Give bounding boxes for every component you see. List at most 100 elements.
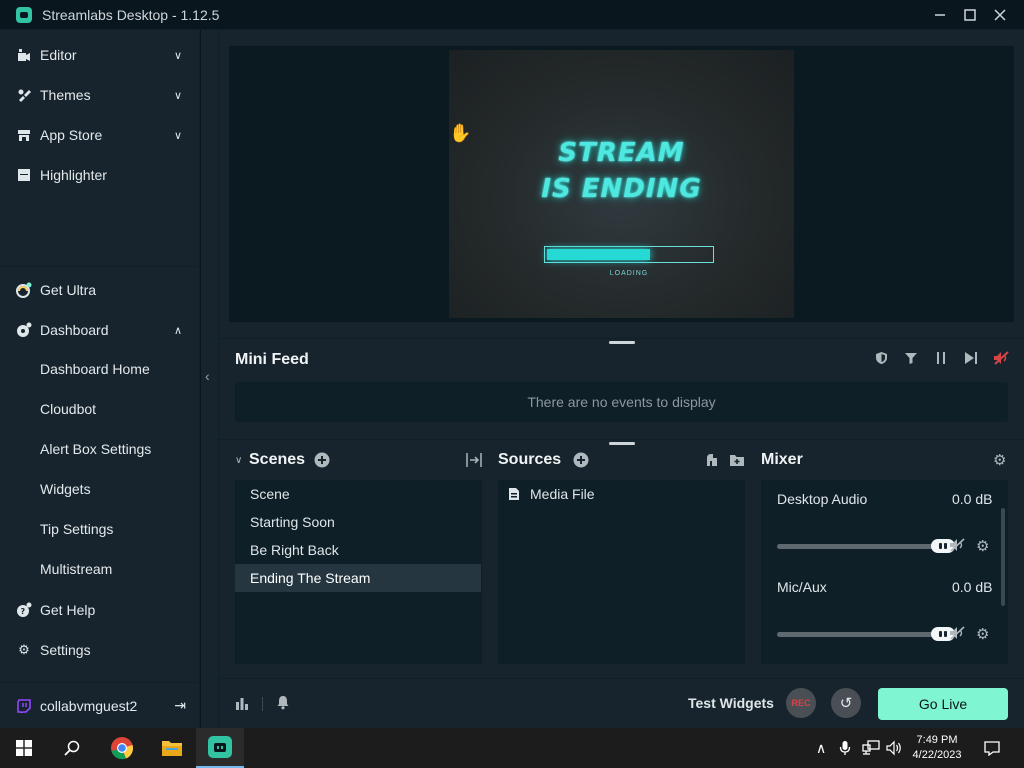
resize-handle[interactable] (609, 442, 635, 445)
file-icon (508, 487, 520, 501)
sidebar-item-label: App Store (40, 127, 103, 143)
maximize-button[interactable] (955, 0, 985, 30)
sidebar-collapse-strip: ‹ (201, 30, 219, 728)
chevron-up-icon[interactable]: ∧ (816, 740, 826, 757)
username[interactable]: collabvmguest2 (40, 698, 137, 714)
windows-logo-icon (16, 740, 32, 756)
close-button[interactable] (985, 0, 1015, 30)
sidebar-item-app-store[interactable]: App Store ∨ (0, 115, 200, 155)
record-button[interactable]: REC (786, 688, 816, 718)
scene-item[interactable]: Be Right Back (235, 536, 481, 564)
sidebar-item-get-ultra[interactable]: Get Ultra (0, 270, 200, 310)
ultra-icon (16, 282, 32, 298)
add-scene-button[interactable] (314, 452, 330, 471)
go-live-button[interactable]: Go Live (878, 688, 1008, 720)
source-item-label: Media File (530, 486, 595, 502)
mixer-panel: Desktop Audio 0.0 dB ⚙ Mic/Aux 0.0 dB ⚙ (761, 480, 1008, 664)
streamlabs-icon (208, 736, 232, 758)
gear-icon[interactable]: ⚙ (976, 537, 989, 555)
scene-item[interactable]: Scene (235, 480, 481, 508)
taskbar-clock[interactable]: 7:49 PM 4/22/2023 (905, 733, 969, 763)
add-source-button[interactable] (573, 452, 589, 471)
file-explorer-taskbar-button[interactable] (148, 728, 196, 768)
divider (262, 697, 263, 711)
search-button[interactable] (48, 728, 96, 768)
mute-alerts-icon[interactable] (992, 349, 1010, 367)
chevron-down-icon: ∨ (173, 49, 182, 62)
network-icon[interactable] (862, 740, 880, 759)
sources-list: Media File (498, 480, 745, 664)
sidebar-item-label: Highlighter (40, 167, 107, 183)
resize-handle[interactable] (609, 341, 635, 344)
bell-icon (277, 696, 289, 710)
replay-buffer-button[interactable]: ↺ (831, 688, 861, 718)
svg-text:?: ? (21, 607, 26, 616)
start-button[interactable] (0, 728, 48, 768)
minimize-button[interactable] (925, 0, 955, 30)
sidebar-item-widgets[interactable]: Widgets (40, 481, 91, 497)
window-title: Streamlabs Desktop - 1.12.5 (42, 6, 220, 23)
user-bar: collabvmguest2 ⇥ (0, 682, 200, 728)
test-widgets-button[interactable]: Test Widgets (688, 695, 774, 711)
sidebar-item-label: Settings (40, 642, 91, 658)
volume-slider-track[interactable] (777, 632, 943, 637)
sidebar-item-label: Get Help (40, 602, 96, 618)
scene-item-selected[interactable]: Ending The Stream (235, 564, 481, 592)
mixer-scrollbar[interactable] (1001, 508, 1005, 606)
divider (219, 439, 1024, 440)
scene-transitions-button[interactable] (466, 452, 482, 471)
source-effects-button[interactable] (704, 452, 720, 471)
volume-slider-track[interactable] (777, 544, 943, 549)
effects-icon (707, 454, 717, 466)
stats-button[interactable] (235, 696, 249, 713)
source-item[interactable]: Media File (508, 484, 595, 504)
filter-icon[interactable] (902, 349, 920, 367)
mute-audio-icon[interactable] (949, 626, 965, 643)
preview-text-line2: IS ENDING (541, 174, 702, 204)
gear-icon[interactable]: ⚙ (976, 625, 989, 643)
mixer-settings-button[interactable]: ⚙ (993, 451, 1006, 469)
pause-icon[interactable] (932, 349, 950, 367)
chevron-down-icon: ∨ (173, 89, 182, 102)
chrome-taskbar-button[interactable] (98, 728, 146, 768)
editor-icon (16, 47, 32, 63)
mute-audio-icon[interactable] (949, 538, 965, 555)
skip-icon[interactable] (962, 349, 980, 367)
mixer-channel-db: 0.0 dB (952, 579, 993, 595)
chevron-down-icon[interactable]: ∨ (235, 455, 242, 466)
sidebar-item-dashboard-home[interactable]: Dashboard Home (40, 361, 150, 377)
windows-taskbar: ∧ 7:49 PM 4/22/2023 (0, 728, 1024, 768)
mixer-channel-name: Mic/Aux (777, 579, 827, 595)
minimize-icon (935, 14, 945, 16)
sidebar: Editor ∨ Themes ∨ App Store ∨ Highlighte… (0, 30, 200, 728)
collapse-sidebar-button[interactable]: ‹ (205, 368, 210, 384)
twitch-icon (16, 698, 32, 714)
dashboard-icon (16, 322, 32, 338)
sidebar-item-highlighter[interactable]: Highlighter (0, 155, 200, 195)
clock-date: 4/22/2023 (912, 749, 962, 761)
streamlabs-taskbar-button[interactable] (196, 728, 244, 768)
sidebar-item-settings[interactable]: ⚙ Settings (0, 630, 200, 670)
preview-text-line1: STREAM (558, 138, 685, 168)
editor-main: STREAM IS ENDING LOADING ✋ Mini Feed The… (219, 30, 1024, 728)
shield-icon[interactable] (872, 349, 890, 367)
sidebar-item-get-help[interactable]: ? Get Help (0, 590, 200, 630)
sidebar-item-multistream[interactable]: Multistream (40, 561, 112, 577)
sidebar-item-tip-settings[interactable]: Tip Settings (40, 521, 113, 537)
mixer-channel-name: Desktop Audio (777, 491, 868, 507)
notifications-icon[interactable] (984, 740, 1000, 759)
logout-icon[interactable]: ⇥ (174, 697, 186, 714)
sidebar-item-cloudbot[interactable]: Cloudbot (40, 401, 96, 417)
sidebar-item-editor[interactable]: Editor ∨ (0, 35, 200, 75)
microphone-icon[interactable] (839, 740, 851, 759)
add-folder-button[interactable] (729, 452, 745, 471)
scene-item[interactable]: Starting Soon (235, 508, 481, 536)
stream-preview[interactable]: STREAM IS ENDING LOADING ✋ (229, 46, 1014, 322)
transition-icon (466, 453, 482, 467)
sidebar-item-themes[interactable]: Themes ∨ (0, 75, 200, 115)
search-icon (64, 740, 80, 756)
sidebar-item-dashboard[interactable]: Dashboard ∧ (0, 310, 200, 350)
sidebar-item-alert-box-settings[interactable]: Alert Box Settings (40, 441, 151, 457)
notifications-button[interactable] (276, 695, 290, 713)
volume-icon[interactable] (886, 740, 902, 759)
